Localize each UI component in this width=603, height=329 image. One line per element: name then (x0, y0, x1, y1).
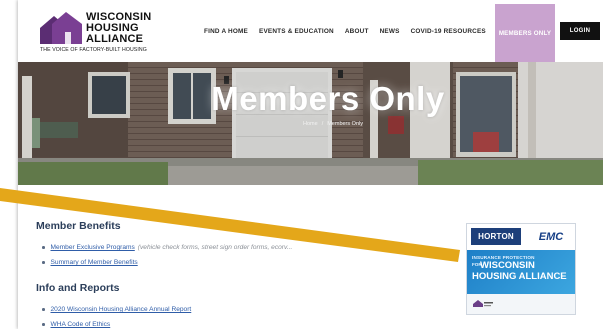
bullet-icon (42, 308, 45, 311)
list-item: Summary of Member Benefits (42, 259, 138, 266)
nav-find-a-home[interactable]: FIND A HOME (204, 28, 248, 35)
ad-headline-line1: WISCONSIN (480, 260, 535, 271)
ad-horton-logo: HORTON (471, 228, 521, 245)
nav-news[interactable]: NEWS (380, 28, 400, 35)
code-of-ethics-link[interactable]: WHA Code of Ethics (51, 321, 111, 328)
login-button[interactable]: LOGIN (560, 22, 600, 40)
house-logo-icon (40, 12, 82, 44)
nav-about[interactable]: ABOUT (345, 28, 369, 35)
list-item: 2020 Wisconsin Housing Alliance Annual R… (42, 306, 191, 313)
breadcrumb: Home / Members Only (288, 121, 378, 127)
site-logo[interactable]: WISCONSIN HOUSING ALLIANCE THE VOICE OF … (40, 10, 178, 56)
main-nav: FIND A HOME EVENTS & EDUCATION ABOUT NEW… (204, 0, 497, 62)
ad-emc-logo: EMC (538, 230, 564, 243)
breadcrumb-home-link[interactable]: Home (303, 121, 318, 127)
list-item: WHA Code of Ethics (42, 321, 110, 328)
ad-headline-line2: HOUSING ALLIANCE (472, 271, 567, 282)
summary-member-benefits-link[interactable]: Summary of Member Benefits (51, 259, 138, 266)
member-exclusive-programs-note: (vehicle check forms, street sign order … (137, 244, 293, 251)
member-exclusive-programs-link[interactable]: Member Exclusive Programs (51, 244, 135, 251)
nav-covid-resources[interactable]: COVID-19 RESOURCES (411, 28, 486, 35)
list-item: Member Exclusive Programs (vehicle check… (42, 244, 292, 251)
bullet-icon (42, 246, 45, 249)
page-title: Members Only (211, 80, 445, 117)
heading-member-benefits: Member Benefits (36, 220, 121, 232)
logo-text-line3: ALLIANCE (86, 33, 144, 45)
annual-report-link[interactable]: 2020 Wisconsin Housing Alliance Annual R… (51, 306, 192, 313)
ad-mini-logo-icon (473, 300, 493, 307)
nav-events-education[interactable]: EVENTS & EDUCATION (259, 28, 334, 35)
nav-members-only[interactable]: MEMBERS ONLY (495, 4, 555, 62)
bullet-icon (42, 261, 45, 264)
bullet-icon (42, 323, 45, 326)
logo-tagline: THE VOICE OF FACTORY-BUILT HOUSING (40, 47, 147, 53)
breadcrumb-current: Members Only (327, 121, 363, 127)
page: WISCONSIN HOUSING ALLIANCE THE VOICE OF … (0, 0, 603, 329)
hero-banner: Members Only Home / Members Only (18, 62, 603, 185)
heading-info-and-reports: Info and Reports (36, 282, 120, 294)
breadcrumb-separator: / (321, 121, 324, 127)
site-header: WISCONSIN HOUSING ALLIANCE THE VOICE OF … (18, 0, 603, 62)
sponsor-ad[interactable]: HORTON EMC INSURANCE PROTECTION FOR WISC… (466, 223, 576, 315)
